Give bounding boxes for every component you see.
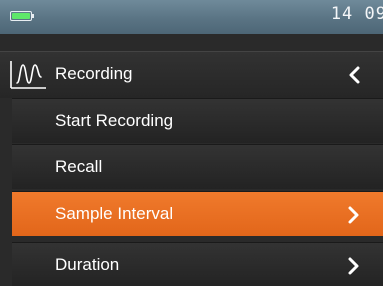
battery-tip: [32, 14, 34, 18]
menu-item-sample-interval[interactable]: Sample Interval: [12, 191, 383, 236]
status-bar: 14 09: [0, 0, 383, 34]
device-screen: 14 09 Recording Start Recording Recall S…: [0, 0, 383, 286]
clock-time: 14 09: [330, 4, 383, 24]
menu-item-label: Recall: [55, 157, 103, 176]
menu-item-recall[interactable]: Recall: [12, 144, 383, 189]
menu-item-label: Start Recording: [55, 111, 174, 130]
menu-item-start-recording[interactable]: Start Recording: [12, 98, 383, 143]
menu-item-label: Sample Interval: [55, 204, 174, 223]
chevron-right-icon: [348, 206, 359, 224]
battery-icon: [10, 11, 32, 21]
menu-item-label: Duration: [55, 255, 120, 274]
chevron-left-icon[interactable]: [344, 64, 366, 86]
recording-header[interactable]: Recording: [0, 51, 383, 98]
menu-item-duration[interactable]: Duration: [12, 242, 383, 286]
waveform-icon: [10, 61, 46, 89]
chevron-right-icon: [348, 257, 359, 275]
header-title: Recording: [55, 64, 133, 83]
